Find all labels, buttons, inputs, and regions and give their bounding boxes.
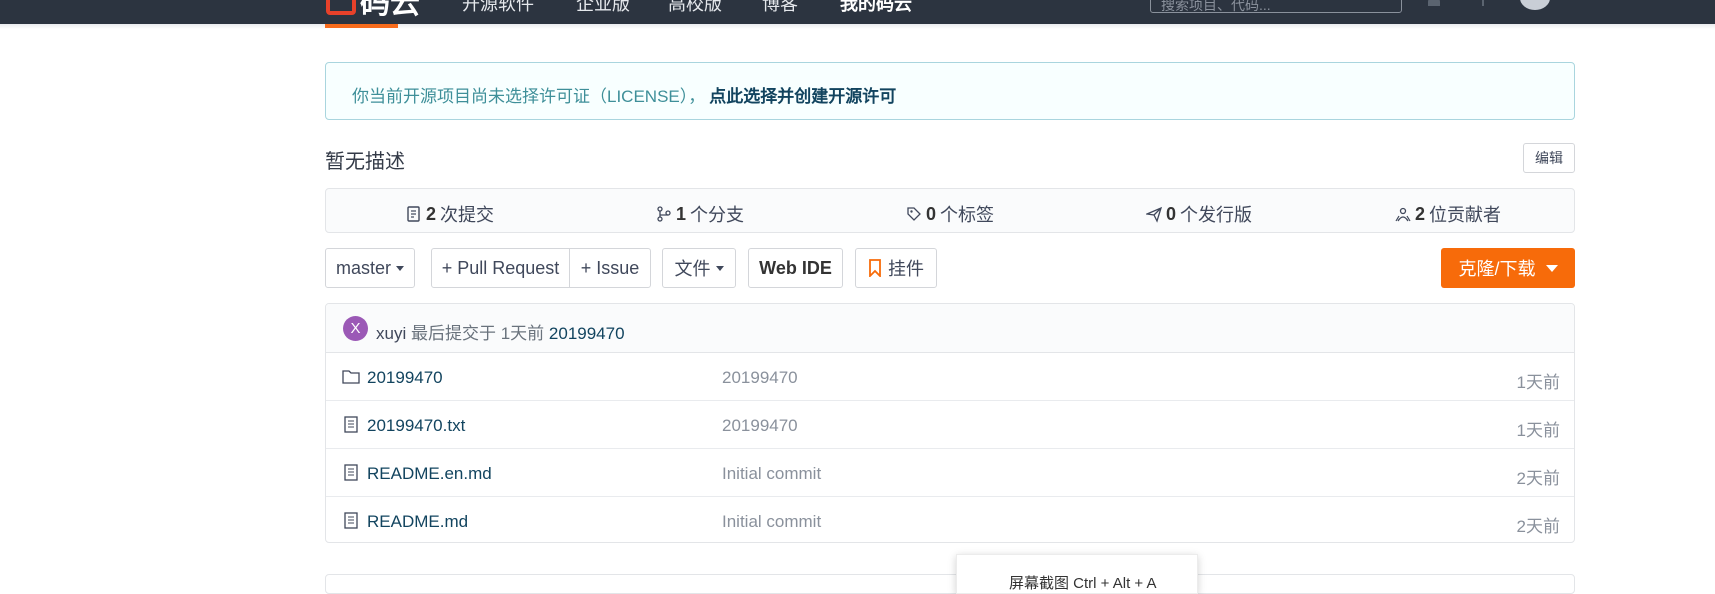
contributor-count: 2 (1415, 203, 1426, 224)
pull-request-button[interactable]: + Pull Request (431, 248, 570, 288)
file-name-link[interactable]: README.md (367, 512, 468, 532)
file-commit-message[interactable]: Initial commit (722, 464, 821, 484)
clone-download-button[interactable]: 克隆/下载 (1441, 248, 1575, 288)
commit-prefix: 最后提交于 (410, 324, 496, 343)
commit-count: 2 (426, 203, 437, 224)
branch-count: 1 (676, 203, 687, 224)
chevron-down-icon (396, 265, 404, 271)
search-input[interactable]: 搜索项目、代码... (1150, 0, 1402, 13)
plus-icon[interactable] (1482, 0, 1484, 6)
branch-label: 个分支 (690, 205, 745, 225)
widget-label: 挂件 (888, 259, 924, 279)
tag-label: 个标签 (940, 205, 995, 225)
last-commit-info: xuyi 最后提交于 1天前 20199470 (376, 319, 625, 344)
tag-count: 0 (926, 203, 937, 224)
stat-tags[interactable]: 0 个标签 (906, 201, 994, 227)
commit-time: 1天前 (500, 324, 545, 343)
commit-label: 次提交 (440, 205, 495, 225)
file-icon (344, 416, 358, 433)
file-commit-message[interactable]: 20199470 (722, 416, 798, 436)
commit-hash-link[interactable]: 20199470 (549, 324, 625, 343)
file-icon (344, 464, 358, 481)
file-commit-time: 1天前 (1516, 421, 1560, 440)
table-row: README.en.md Initial commit 2天前 (326, 449, 1574, 497)
contributor-label: 位贡献者 (1429, 205, 1502, 225)
last-commit-row: X xuyi 最后提交于 1天前 20199470 (326, 304, 1574, 353)
readme-panel (325, 574, 1575, 594)
file-name-link[interactable]: 20199470.txt (367, 416, 465, 436)
release-label: 个发行版 (1180, 205, 1253, 225)
nav-item-education[interactable]: 高校版 (668, 0, 722, 16)
avatar[interactable]: X (343, 316, 368, 341)
nav-item-open-source[interactable]: 开源软件 (462, 0, 534, 16)
branch-select-label: master (335, 257, 391, 278)
tag-icon (907, 207, 921, 221)
screenshot-tooltip: 屏幕截图 Ctrl + Alt + A (956, 554, 1198, 594)
chevron-down-icon (1545, 264, 1558, 272)
file-name-link[interactable]: 20199470 (367, 368, 443, 388)
file-commit-time: 2天前 (1516, 517, 1560, 536)
release-icon (1146, 206, 1162, 223)
file-commit-message[interactable]: Initial commit (722, 512, 821, 532)
repo-description: 暂无描述 (325, 151, 405, 173)
stat-contributors[interactable]: 2 位贡献者 (1395, 201, 1501, 227)
file-menu-button[interactable]: 文件 (662, 248, 736, 288)
table-row: 20199470.txt 20199470 1天前 (326, 401, 1574, 449)
web-ide-button[interactable]: Web IDE (748, 248, 843, 288)
issue-button[interactable]: + Issue (569, 248, 651, 288)
table-row: 20199470 20199470 1天前 (326, 353, 1574, 401)
logo-text: 码云 (360, 0, 420, 20)
file-icon (344, 512, 358, 529)
create-license-link[interactable]: 点此选择并创建开源许可 (709, 87, 896, 106)
release-count: 0 (1166, 203, 1177, 224)
file-name-link[interactable]: README.en.md (367, 464, 492, 484)
nav-item-blog[interactable]: 博客 (762, 0, 798, 16)
logo-mark-icon (326, 0, 356, 15)
branch-icon (657, 206, 671, 222)
folder-icon (342, 370, 360, 384)
repo-stats-bar: 2 次提交 1 个分支 0 个标签 0 个发行版 2 位贡献者 (325, 188, 1575, 233)
file-commit-time: 1天前 (1516, 373, 1560, 392)
table-row: README.md Initial commit 2天前 (326, 497, 1574, 542)
user-avatar[interactable] (1520, 0, 1550, 10)
stat-branches[interactable]: 1 个分支 (656, 201, 744, 227)
notice-text: 你当前开源项目尚未选择许可证（LICENSE）， (352, 87, 706, 106)
stat-commits[interactable]: 2 次提交 (406, 201, 494, 227)
branch-select[interactable]: master (325, 248, 415, 288)
commit-icon (407, 206, 420, 222)
nav-item-enterprise[interactable]: 企业版 (576, 0, 630, 16)
file-commit-time: 2天前 (1516, 469, 1560, 488)
stat-releases[interactable]: 0 个发行版 (1146, 201, 1252, 227)
bell-icon[interactable] (1428, 0, 1440, 6)
commit-author[interactable]: xuyi (376, 324, 406, 343)
active-tab-underline (325, 24, 398, 28)
contributors-icon (1395, 207, 1411, 222)
bookmark-icon (869, 259, 881, 277)
file-menu-label: 文件 (674, 259, 711, 279)
nav-item-my[interactable]: 我的码云 (840, 0, 912, 16)
navbar-shadow (0, 24, 1715, 29)
widget-button[interactable]: 挂件 (855, 248, 937, 288)
top-navbar: 码云 开源软件 企业版 高校版 博客 我的码云 搜索项目、代码... (0, 0, 1715, 24)
file-list: X xuyi 最后提交于 1天前 20199470 20199470 20199… (325, 303, 1575, 543)
chevron-down-icon (715, 265, 724, 271)
edit-description-button[interactable]: 编辑 (1523, 143, 1575, 173)
clone-download-label: 克隆/下载 (1458, 259, 1536, 279)
file-commit-message[interactable]: 20199470 (722, 368, 798, 388)
license-notice: 你当前开源项目尚未选择许可证（LICENSE）， 点此选择并创建开源许可 (325, 62, 1575, 120)
site-logo[interactable]: 码云 (326, 0, 420, 20)
